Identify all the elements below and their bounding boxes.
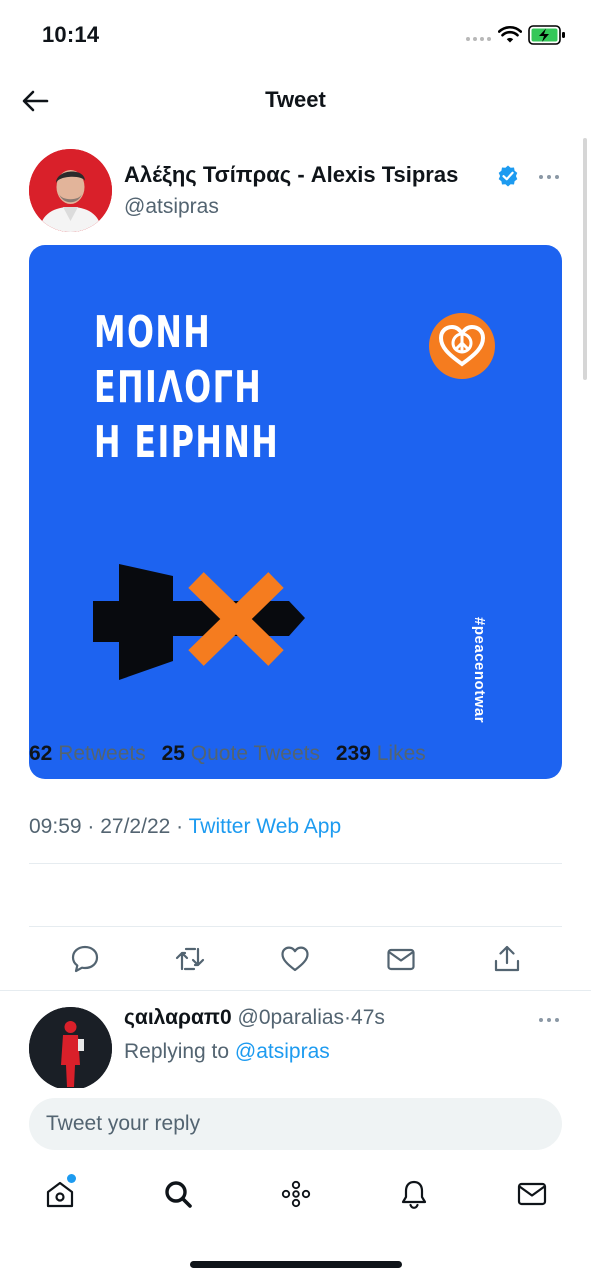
status-bar: 10:14: [0, 0, 591, 70]
spaces-icon[interactable]: [280, 1178, 312, 1210]
replying-to-mention[interactable]: @atsipras: [235, 1040, 330, 1063]
reply-author-handle[interactable]: @0paralias: [238, 1006, 345, 1029]
cellular-signal-icon: [466, 37, 491, 41]
tweet-time: 09:59: [29, 815, 82, 838]
divider: [29, 863, 562, 864]
tweet-actions: [0, 943, 591, 983]
reply-time: 47s: [351, 1006, 385, 1029]
wifi-icon: [498, 25, 522, 43]
author-handle[interactable]: @atsipras: [124, 195, 219, 219]
reply-author-name[interactable]: ςαιλαραπ0: [124, 1006, 232, 1029]
tweet-date: 27/2/22: [100, 815, 171, 838]
notifications-icon[interactable]: [398, 1178, 430, 1210]
author-name[interactable]: Αλέξης Τσίπρας - Alexis Tsipras: [124, 162, 458, 188]
likes-stat[interactable]: 239 Likes: [336, 742, 426, 765]
replying-to: Replying to @atsipras: [124, 1040, 330, 1064]
likes-count: 239: [335, 742, 371, 765]
page-title: Tweet: [265, 87, 326, 112]
reply-author-avatar[interactable]: [29, 1007, 112, 1088]
likes-label: Likes: [376, 742, 426, 765]
separator: ·: [344, 1006, 352, 1029]
battery-charging-icon: [528, 25, 565, 45]
reply-icon[interactable]: [69, 943, 101, 975]
poster-hashtag: #peacenotwar: [471, 617, 488, 724]
poster-headline-line: ΜΟΝΗ: [94, 307, 212, 358]
home-indicator[interactable]: [190, 1261, 402, 1268]
poster-headline-line: Η ΕΙΡΗΝΗ: [94, 417, 280, 468]
send-via-dm-icon[interactable]: [385, 943, 417, 975]
quote-tweets-label: Quote Tweets: [190, 742, 320, 765]
crossed-missile-icon: [93, 564, 305, 680]
divider: [0, 990, 591, 991]
retweets-count: 62: [29, 742, 53, 765]
tweet-stats: 62 Retweets 25 Quote Tweets 239 Likes: [29, 742, 426, 766]
reply-tweet[interactable]: ςαιλαραπ0 @0paralias·47s Replying to @at…: [0, 1000, 591, 1088]
retweet-icon[interactable]: [174, 943, 206, 975]
nav-header: Tweet: [0, 70, 591, 130]
quote-tweets-stat[interactable]: 25 Quote Tweets: [162, 742, 320, 765]
reply-input[interactable]: [29, 1098, 562, 1150]
scrollbar[interactable]: [583, 138, 587, 380]
peace-heart-logo-icon: [429, 313, 495, 379]
verified-badge-icon: [498, 165, 518, 187]
share-icon[interactable]: [491, 943, 523, 975]
author-avatar[interactable]: [29, 149, 112, 232]
retweets-stat[interactable]: 62 Retweets: [29, 742, 146, 765]
replying-label: Replying to: [124, 1040, 230, 1063]
status-time: 10:14: [42, 22, 100, 47]
tweet-media-image[interactable]: ΜΟΝΗ ΕΠΙΛΟΓΗ Η ΕΙΡΗΝΗ #peacenotwar: [29, 245, 562, 779]
bottom-tab-bar: [0, 1160, 591, 1240]
more-options-icon[interactable]: [538, 1016, 560, 1024]
tweet-timestamp: 09:59 · 27/2/22 · Twitter Web App: [29, 815, 342, 838]
reply-composer: [0, 1088, 591, 1160]
poster-headline-line: ΕΠΙΛΟΓΗ: [94, 362, 263, 413]
new-content-indicator-dot: [67, 1174, 76, 1183]
divider: [29, 926, 562, 927]
more-options-icon[interactable]: [538, 173, 560, 181]
messages-icon[interactable]: [516, 1178, 548, 1210]
like-icon[interactable]: [279, 943, 311, 975]
tweet-source-link[interactable]: Twitter Web App: [189, 815, 342, 838]
quote-tweets-count: 25: [161, 742, 185, 765]
retweets-label: Retweets: [58, 742, 146, 765]
reply-header: ςαιλαραπ0 @0paralias·47s: [124, 1006, 385, 1030]
search-icon[interactable]: [162, 1178, 194, 1210]
